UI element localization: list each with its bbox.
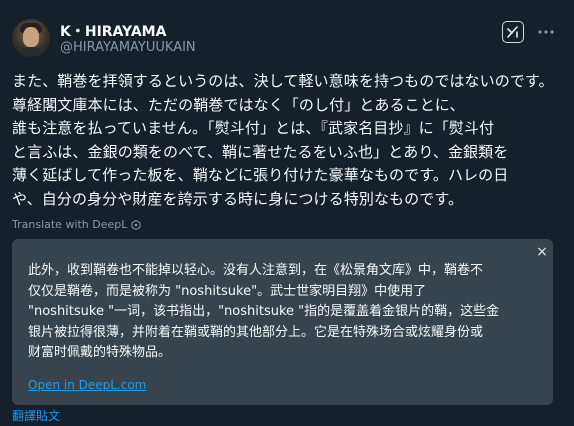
translation-card: × 此外，收到鞘卷也不能掉以轻心。没有人注意到，在《松景角文库》中，鞘卷不 仅仅… bbox=[12, 239, 553, 405]
translate-link-label: Translate with DeepL bbox=[12, 218, 128, 231]
tweet-text: また、鞘巻を拝領するというのは、決して軽い意味を持つものではないのです。尊経閣文… bbox=[12, 72, 554, 208]
avatar-body bbox=[16, 47, 46, 57]
close-icon[interactable]: × bbox=[535, 245, 549, 259]
author-avatar[interactable] bbox=[12, 19, 50, 57]
grok-button[interactable] bbox=[502, 21, 524, 43]
avatar-face bbox=[23, 27, 39, 47]
translate-post-link[interactable]: 翻譯貼文 bbox=[12, 407, 60, 424]
translate-with-deepl-link[interactable]: Translate with DeepL bbox=[12, 218, 141, 231]
deepl-icon bbox=[131, 219, 141, 230]
more-options-button[interactable] bbox=[536, 22, 556, 42]
open-in-deepl-link[interactable]: Open in DeepL.com bbox=[28, 378, 146, 392]
author-handle[interactable]: @HIRAYAMAYUUKAIN bbox=[60, 40, 196, 55]
author-name[interactable]: K・HIRAYAMA bbox=[60, 21, 166, 41]
grok-icon bbox=[507, 26, 518, 38]
translation-text: 此外，收到鞘卷也不能掉以轻心。没有人注意到，在《松景角文库》中，鞘卷不 仅仅是鞘… bbox=[28, 263, 500, 360]
more-icon bbox=[538, 30, 554, 34]
